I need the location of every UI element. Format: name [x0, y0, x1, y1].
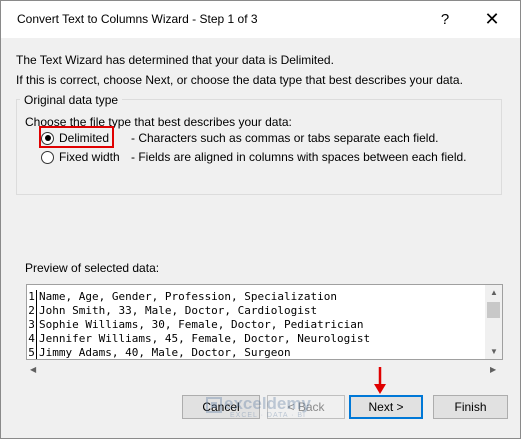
scroll-up-icon[interactable]: ▲ [490, 288, 498, 297]
finish-button[interactable]: Finish [433, 395, 508, 419]
scroll-left-icon[interactable]: ◀ [30, 365, 36, 374]
cancel-button[interactable]: Cancel [182, 395, 260, 419]
down-arrow-annotation-icon [374, 367, 386, 394]
preview-vertical-scrollbar[interactable]: ▲ ▼ [485, 285, 502, 359]
delimited-description: - Characters such as commas or tabs sepa… [131, 131, 439, 145]
scroll-thumb[interactable] [487, 302, 500, 318]
preview-horizontal-scrollbar[interactable]: ◀ ▶ [26, 361, 503, 378]
close-button[interactable]: ✕ [473, 1, 511, 38]
preview-area[interactable]: 1 Name, Age, Gender, Profession, Speciali… [26, 284, 503, 360]
preview-row: 1 Name, Age, Gender, Profession, Speciali… [28, 290, 338, 304]
radio-delimited-button[interactable] [41, 131, 54, 145]
help-button[interactable]: ? [426, 1, 464, 38]
next-button[interactable]: Next > [349, 395, 423, 419]
preview-row: 4 Jennifer Williams, 45, Female, Doctor, … [28, 332, 371, 346]
scroll-down-icon[interactable]: ▼ [490, 347, 498, 356]
preview-label: Preview of selected data: [25, 261, 160, 275]
radio-delimited-label[interactable]: Delimited [59, 131, 109, 145]
title-bar: Convert Text to Columns Wizard - Step 1 … [1, 1, 520, 38]
preview-row: 5 Jimmy Adams, 40, Male, Doctor, Surgeon [28, 346, 291, 359]
radio-fixed-width-label[interactable]: Fixed width [59, 150, 120, 164]
preview-row: 2 John Smith, 33, Male, Doctor, Cardiolog… [28, 304, 318, 318]
intro-line-2: If this is correct, choose Next, or choo… [16, 73, 463, 87]
group-legend: Original data type [20, 93, 123, 107]
fixed-width-description: - Fields are aligned in columns with spa… [131, 150, 467, 164]
radio-fixed-width[interactable]: Fixed width [41, 148, 120, 166]
scroll-right-icon[interactable]: ▶ [490, 365, 496, 374]
radio-delimited[interactable]: Delimited [41, 129, 109, 147]
back-button[interactable]: < Back [267, 395, 345, 419]
intro-line-1: The Text Wizard has determined that your… [16, 53, 334, 67]
preview-row: 3 Sophie Williams, 30, Female, Doctor, Pe… [28, 318, 364, 332]
radio-fixed-width-button[interactable] [41, 150, 54, 164]
text-to-columns-dialog: Convert Text to Columns Wizard - Step 1 … [0, 0, 521, 439]
window-title: Convert Text to Columns Wizard - Step 1 … [17, 12, 258, 26]
